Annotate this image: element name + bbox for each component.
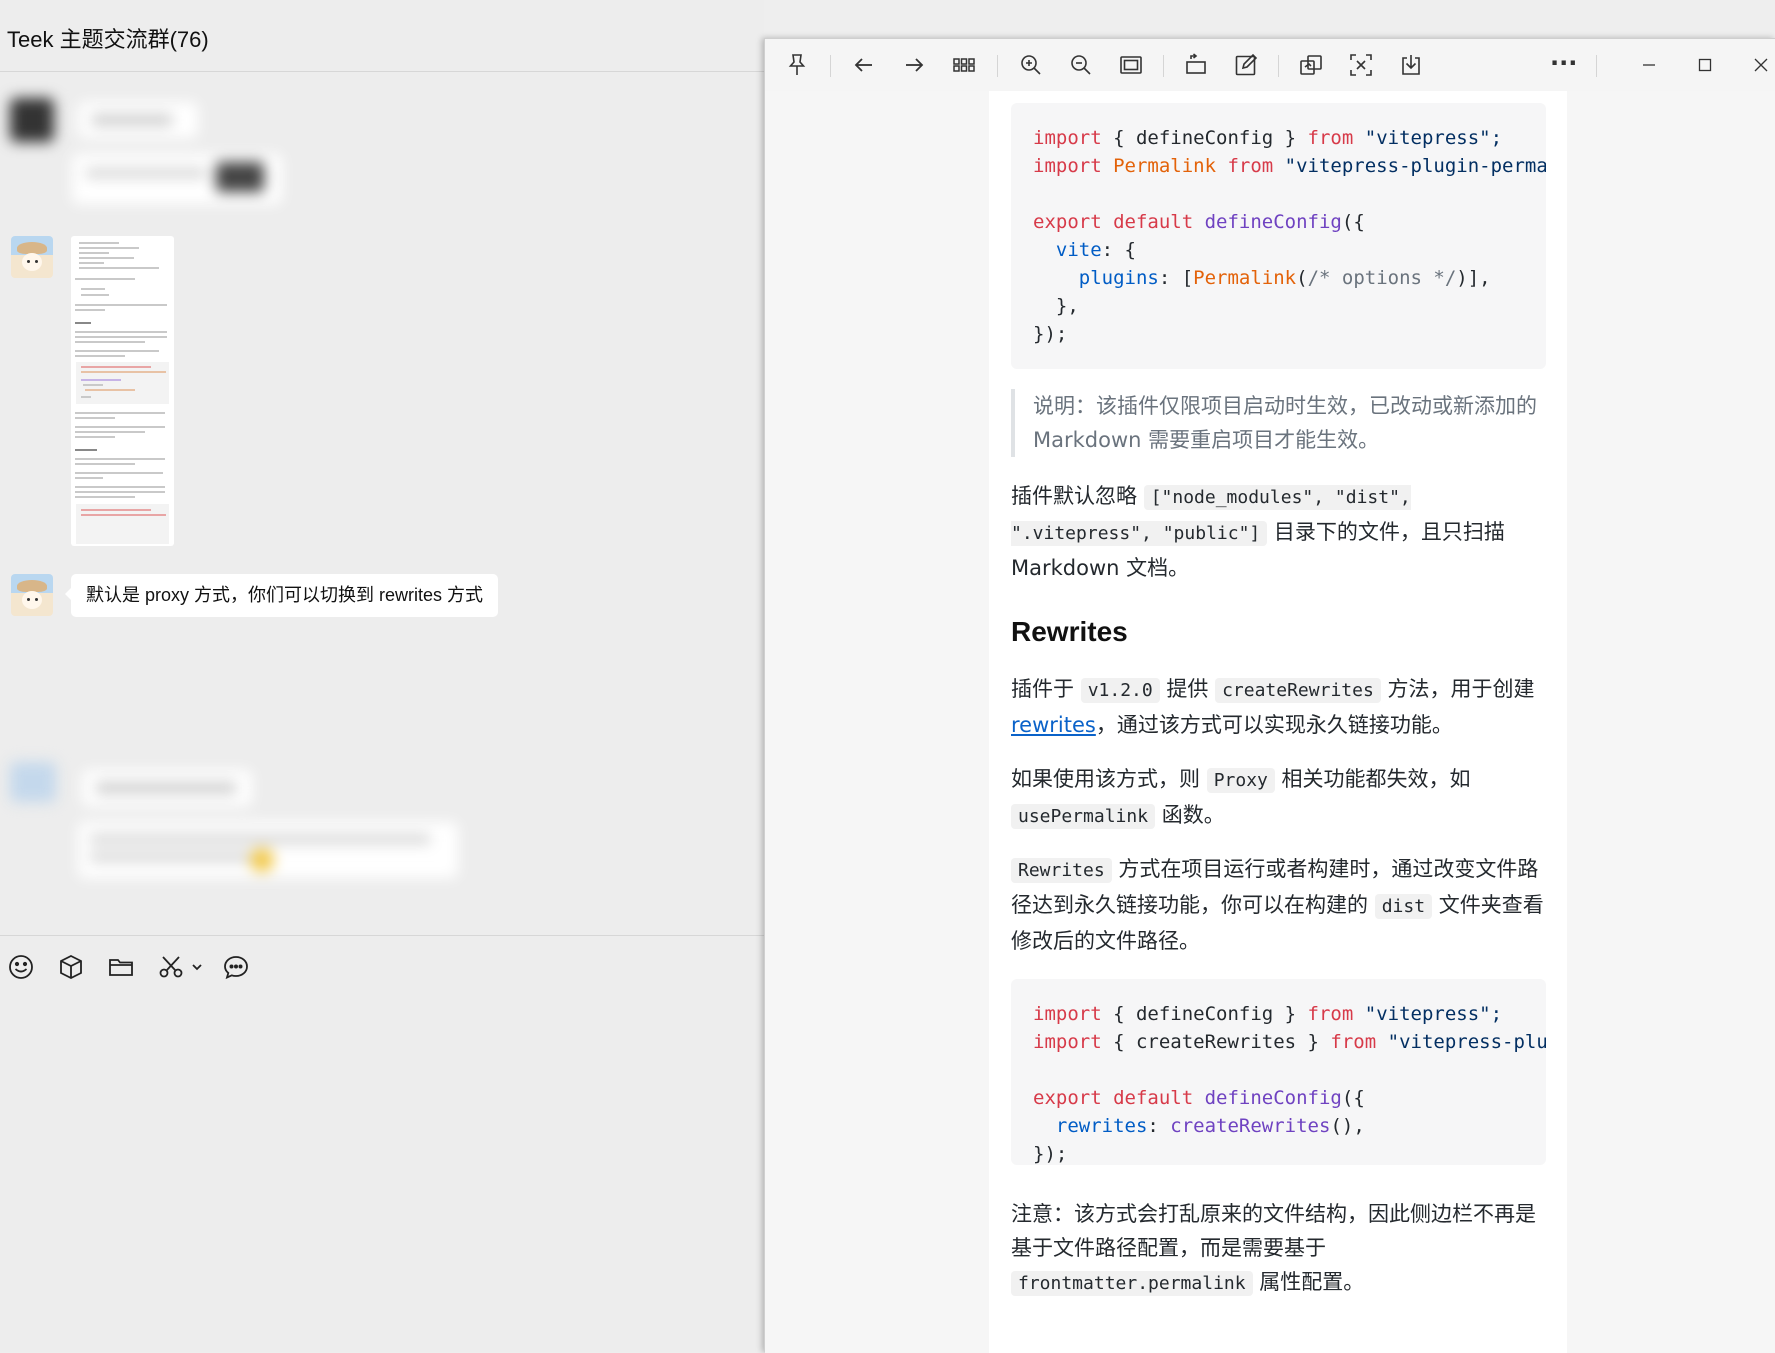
scan-icon[interactable] [1348, 52, 1374, 78]
paragraph: 插件默认忽略 ["node_modules", "dist", ".vitepr… [1011, 484, 1505, 580]
rotate-icon[interactable] [1183, 52, 1209, 78]
inline-code: v1.2.0 [1080, 678, 1160, 703]
code-line: export default defineConfig({ [1033, 1087, 1365, 1109]
code-block: import { defineConfig } from "vitepress"… [1011, 979, 1546, 1165]
download-icon[interactable] [1398, 52, 1424, 78]
chat-title: Teek 主题交流群(76) [7, 27, 209, 52]
blurred-message [6, 90, 296, 220]
paragraph: 插件于 v1.2.0 提供 createRewrites 方法，用于创建 rew… [1011, 677, 1535, 737]
section-heading: Rewrites [1011, 616, 1128, 647]
inline-code: createRewrites [1215, 678, 1381, 703]
document-image: import { defineConfig } from "vitepress"… [989, 91, 1567, 1353]
inline-code: frontmatter.permalink [1011, 1271, 1253, 1296]
image-thumbnail[interactable] [71, 236, 174, 546]
code-line: plugins: [Permalink(/* options */)], [1033, 267, 1491, 289]
pin-icon[interactable] [784, 52, 810, 78]
paragraph: Rewrites 方式在项目运行或者构建时，通过改变文件路径达到永久链接功能，你… [1011, 857, 1544, 953]
chevron-down-icon[interactable] [190, 953, 204, 981]
avatar[interactable] [11, 236, 53, 278]
fit-screen-icon[interactable] [1118, 52, 1144, 78]
close-icon[interactable] [1748, 52, 1774, 78]
divider [0, 71, 764, 72]
code-line: import { createRewrites } from "vitepres… [1033, 1031, 1546, 1053]
message-bubble[interactable]: 默认是 proxy 方式，你们可以切换到 rewrites 方式 [65, 574, 498, 617]
avatar[interactable] [11, 574, 53, 616]
code-line: vite: { [1033, 239, 1136, 261]
paragraph: 注意：该方式会打乱原来的文件结构，因此侧边栏不再是基于文件路径配置，而是需要基于… [1011, 1202, 1536, 1296]
emoji-icon[interactable] [7, 953, 35, 981]
code-line: }); [1033, 323, 1068, 345]
viewer-toolbar: ··· [765, 39, 1775, 91]
note-blockquote: 说明：该插件仅限项目启动时生效，已改动或新添加的 Markdown 需要重启项目… [1011, 389, 1546, 457]
divider [830, 55, 831, 77]
folder-icon[interactable] [107, 953, 135, 981]
divider [997, 55, 998, 77]
divider [0, 935, 764, 936]
divider [1163, 55, 1164, 77]
arrow-right-icon[interactable] [901, 52, 927, 78]
code-line: import { defineConfig } from "vitepress"… [1033, 127, 1503, 149]
arrow-left-icon[interactable] [851, 52, 877, 78]
image-viewer-window: ··· import { defineConfig } from "vitepr… [764, 38, 1775, 1353]
inline-code: usePermalink [1011, 804, 1156, 829]
code-line: export default defineConfig({ [1033, 211, 1365, 233]
inline-code: Rewrites [1011, 858, 1112, 883]
grid-icon[interactable] [951, 52, 977, 78]
code-line: import Permalink from "vitepress-plugin-… [1033, 155, 1546, 177]
paragraph: 如果使用该方式，则 Proxy 相关功能都失效，如 usePermalink 函… [1011, 767, 1471, 829]
more-icon[interactable]: ··· [1550, 51, 1577, 78]
minimize-icon[interactable] [1636, 52, 1662, 78]
divider [1596, 55, 1597, 77]
chat-bubble-icon[interactable] [222, 953, 250, 981]
blurred-message [6, 756, 466, 886]
code-line: }); [1033, 1143, 1068, 1165]
zoom-out-icon[interactable] [1068, 52, 1094, 78]
zoom-in-icon[interactable] [1018, 52, 1044, 78]
divider [1278, 55, 1279, 77]
inline-code: dist [1374, 894, 1433, 919]
rewrites-link[interactable]: rewrites [1011, 713, 1096, 737]
maximize-icon[interactable] [1692, 52, 1718, 78]
edit-icon[interactable] [1233, 52, 1259, 78]
scissors-icon[interactable] [157, 953, 185, 981]
copy-icon[interactable] [1298, 52, 1324, 78]
image-canvas[interactable]: import { defineConfig } from "vitepress"… [765, 91, 1775, 1353]
chat-window: Teek 主题交流群(76) 默认是 proxy 方式，你们可以切换到 rewr… [0, 0, 764, 1352]
code-block: import { defineConfig } from "vitepress"… [1011, 103, 1546, 369]
code-line: }, [1033, 295, 1079, 317]
box-icon[interactable] [57, 953, 85, 981]
code-line: rewrites: createRewrites(), [1033, 1115, 1365, 1137]
inline-code: Proxy [1206, 768, 1275, 793]
code-line: import { defineConfig } from "vitepress"… [1033, 1003, 1503, 1025]
